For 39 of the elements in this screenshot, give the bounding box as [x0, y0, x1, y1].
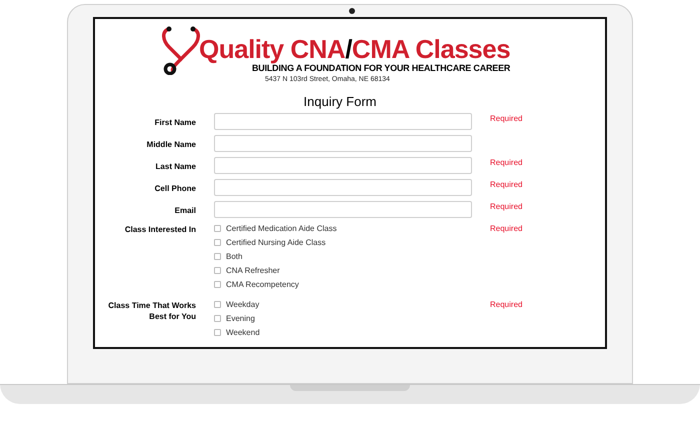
field-label: Middle Name	[146, 139, 196, 150]
required-note: Required	[490, 113, 522, 124]
checkbox-label: Evening	[226, 313, 255, 324]
text-field[interactable]	[214, 179, 472, 196]
checkbox-label: Weekend	[226, 327, 260, 338]
stethoscope-heart-icon	[161, 25, 201, 75]
checkbox[interactable]	[214, 301, 221, 308]
required-note: Required	[490, 157, 522, 168]
form-title: Inquiry Form	[302, 94, 378, 110]
checkbox[interactable]	[214, 281, 221, 288]
text-field[interactable]	[214, 201, 472, 218]
required-note: Required	[490, 201, 522, 212]
tagline: BUILDING A FOUNDATION FOR YOUR HEALTHCARE CAREER	[252, 63, 510, 74]
checkbox-label: CMA Recompetency	[226, 279, 299, 290]
checkbox[interactable]	[214, 253, 221, 260]
field-label: Last Name	[156, 161, 196, 172]
checkbox[interactable]	[214, 267, 221, 274]
text-field[interactable]	[214, 113, 472, 130]
field-label: Cell Phone	[154, 183, 196, 194]
checkbox[interactable]	[214, 239, 221, 246]
checkbox-label: CNA Refresher	[226, 265, 280, 276]
field-label: Email	[174, 205, 196, 216]
checkbox[interactable]	[214, 225, 221, 232]
field-label: Class Time That Works Best for You	[108, 300, 196, 322]
checkbox[interactable]	[214, 329, 221, 336]
camera-icon	[349, 8, 355, 14]
required-note: Required	[490, 223, 522, 234]
checkbox-label: Weekday	[226, 299, 260, 310]
checkbox-label: Certified Medication Aide Class	[226, 223, 337, 234]
field-label: First Name	[154, 117, 196, 128]
text-field[interactable]	[214, 135, 472, 152]
checkbox[interactable]	[214, 315, 221, 322]
checkbox-label: Certified Nursing Aide Class	[226, 237, 326, 248]
field-label: Class Interested In	[124, 224, 196, 235]
logo-title: Quality CNA/CMA Classes	[199, 35, 510, 63]
text-field[interactable]	[214, 157, 472, 174]
required-note: Required	[490, 179, 522, 190]
checkbox-label: Both	[226, 251, 242, 262]
required-note: Required	[490, 299, 522, 310]
